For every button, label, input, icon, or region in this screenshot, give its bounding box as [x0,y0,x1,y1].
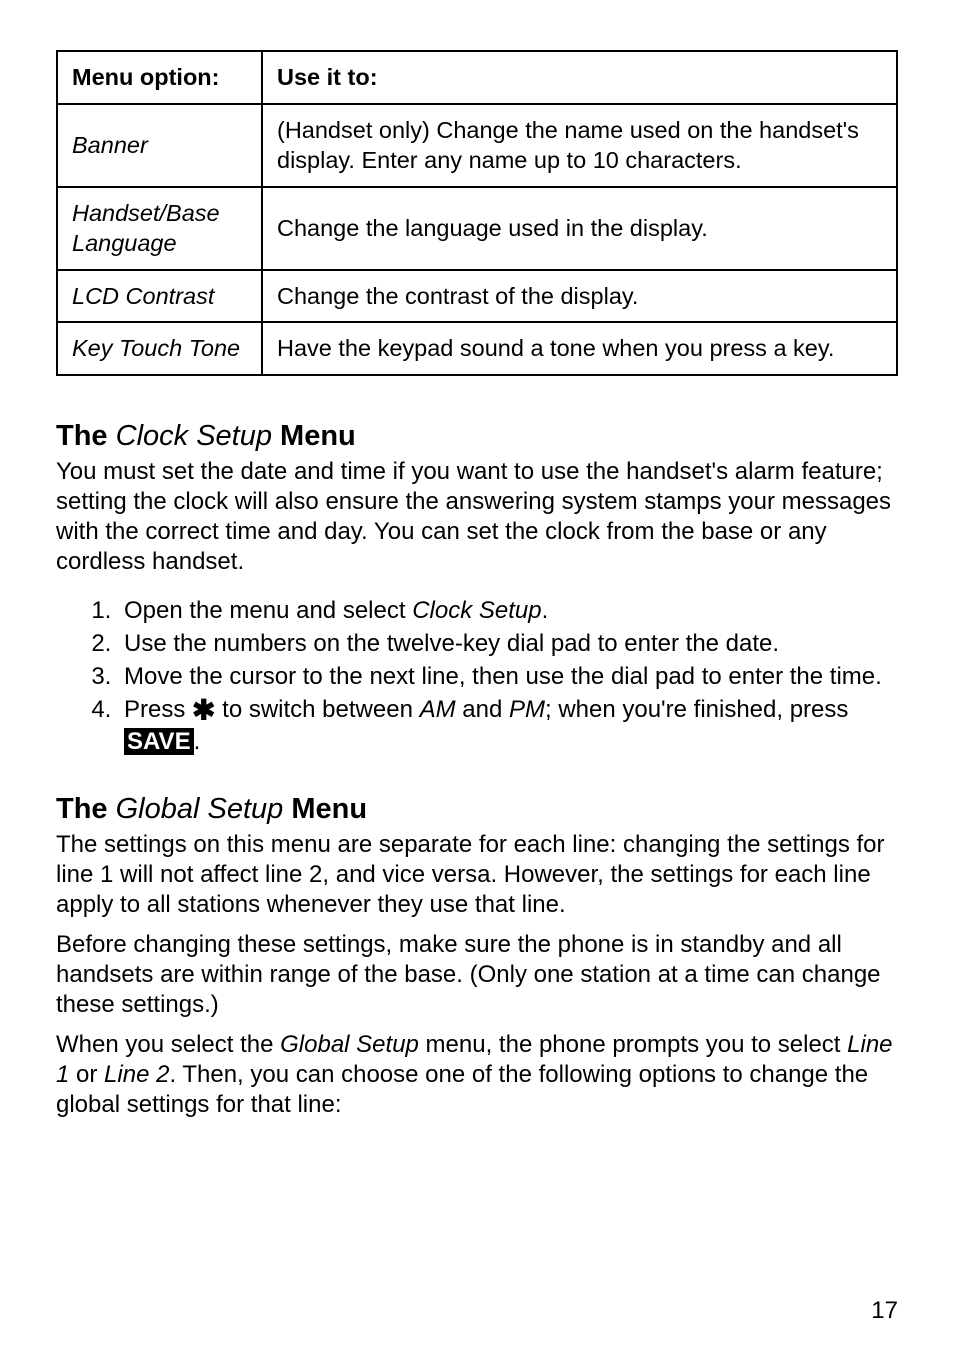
step-text: ; when you're finished, press [545,696,848,723]
global-p1: The settings on this menu are separate f… [56,830,898,920]
p3-text: or [69,1061,104,1088]
table-header-use: Use it to: [262,51,897,104]
table-header-option: Menu option: [57,51,262,104]
table-row: Key Touch Tone Have the keypad sound a t… [57,322,897,375]
step-text: Press [124,696,192,723]
p3-text: . Then, you can choose one of the follow… [56,1061,868,1118]
step-text: . [194,728,201,755]
step-text: Open the menu and select [124,597,412,624]
global-p3: When you select the Global Setup menu, t… [56,1030,898,1120]
clock-steps-list: Open the menu and select Clock Setup. Us… [56,595,898,757]
global-p2: Before changing these settings, make sur… [56,930,898,1020]
list-item: Use the numbers on the twelve-key dial p… [118,628,898,659]
list-item: Open the menu and select Clock Setup. [118,595,898,626]
clock-setup-heading: The Clock Setup Menu [56,420,898,453]
p3-italic: Line 2 [104,1061,169,1088]
star-icon: ✱ [192,695,215,726]
option-cell: Banner [57,104,262,187]
heading-prefix: The [56,793,116,825]
menu-options-table: Menu option: Use it to: Banner (Handset … [56,50,898,376]
heading-italic: Global Setup [116,793,284,825]
step-italic: PM [509,696,545,723]
step-italic: Clock Setup [412,597,541,624]
table-row: Handset/Base Language Change the languag… [57,187,897,270]
global-setup-heading: The Global Setup Menu [56,793,898,826]
p3-text: When you select the [56,1031,280,1058]
step-text: to switch between [215,696,419,723]
p3-italic: Global Setup [280,1031,419,1058]
step-text: and [456,696,509,723]
heading-suffix: Menu [283,793,367,825]
option-cell: Handset/Base Language [57,187,262,270]
use-cell: Change the contrast of the display. [262,270,897,323]
save-label: SAVE [124,728,194,755]
global-setup-section: The Global Setup Menu The settings on th… [56,793,898,1120]
list-item: Move the cursor to the next line, then u… [118,661,898,692]
page-number: 17 [871,1297,898,1325]
list-item: Press ✱ to switch between AM and PM; whe… [118,694,898,756]
clock-intro-text: You must set the date and time if you wa… [56,457,898,577]
step-italic: AM [420,696,456,723]
option-cell: Key Touch Tone [57,322,262,375]
heading-suffix: Menu [272,420,356,452]
clock-setup-section: The Clock Setup Menu You must set the da… [56,420,898,757]
p3-text: menu, the phone prompts you to select [419,1031,847,1058]
step-text: . [542,597,549,624]
table-row: Banner (Handset only) Change the name us… [57,104,897,187]
heading-italic: Clock Setup [116,420,272,452]
use-cell: Change the language used in the display. [262,187,897,270]
option-cell: LCD Contrast [57,270,262,323]
use-cell: (Handset only) Change the name used on t… [262,104,897,187]
table-row: LCD Contrast Change the contrast of the … [57,270,897,323]
use-cell: Have the keypad sound a tone when you pr… [262,322,897,375]
heading-prefix: The [56,420,116,452]
